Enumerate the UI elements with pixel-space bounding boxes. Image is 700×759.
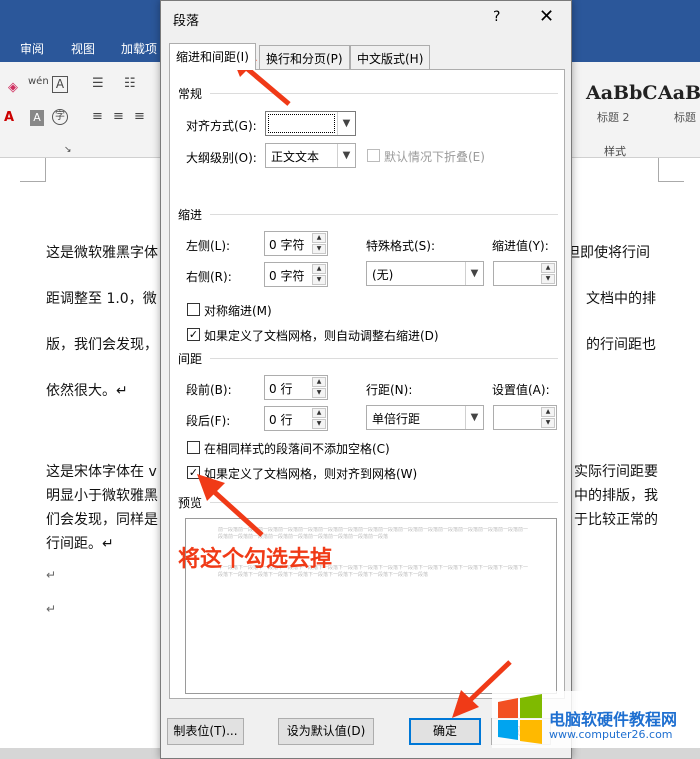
tab-label: 缩进和间距(I): [176, 50, 249, 64]
annotation-text: 将这个勾选去掉: [178, 547, 333, 572]
tab-indents-spacing[interactable]: 缩进和间距(I): [169, 43, 256, 70]
watermark-url: www.computer26.com: [549, 728, 673, 741]
watermark-title: 电脑软硬件教程网: [549, 710, 678, 729]
arrow-to-checkbox-icon: [197, 474, 264, 537]
annotation-arrows: [197, 52, 512, 718]
windows-logo-icon: [498, 694, 542, 744]
